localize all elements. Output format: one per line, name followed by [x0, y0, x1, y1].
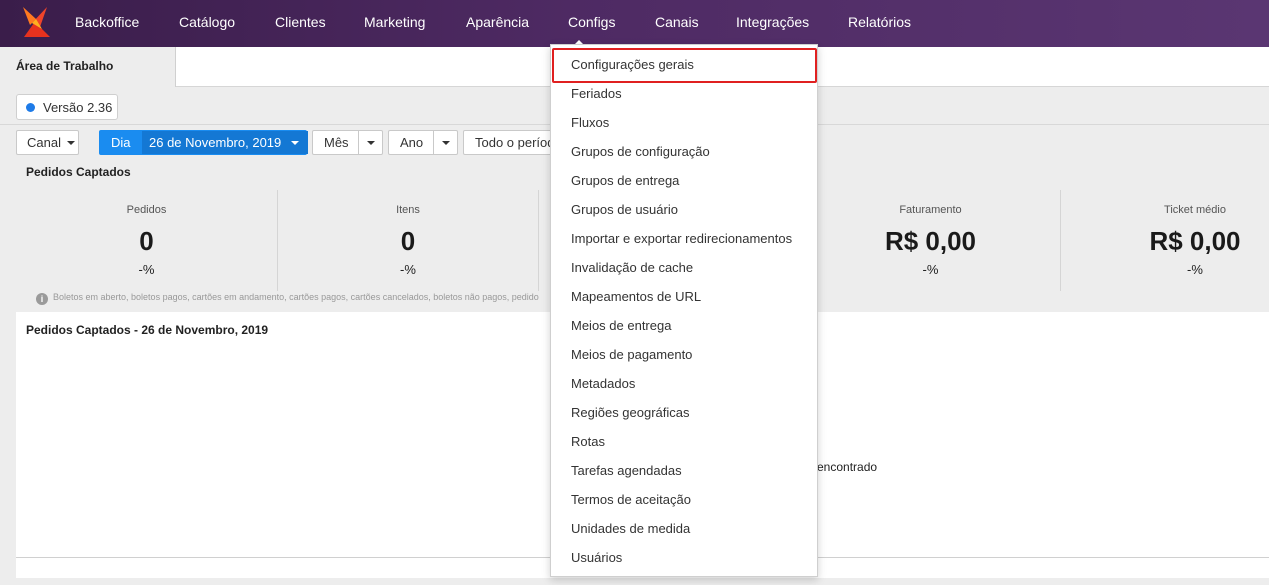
year-label: Ano [400, 135, 424, 150]
top-navigation-bar: Backoffice Catálogo Clientes Marketing A… [0, 0, 1269, 47]
summary-title: Pedidos Captados [26, 165, 131, 179]
stat-itens: Itens 0 -% [278, 190, 538, 291]
nav-backoffice[interactable]: Backoffice [75, 14, 139, 30]
stat-percent: -% [922, 262, 939, 277]
nav-marketing[interactable]: Marketing [364, 14, 425, 30]
nav-catalogo[interactable]: Catálogo [179, 14, 235, 30]
stat-value: 0 [400, 226, 416, 256]
menu-item-rotas[interactable]: Rotas [571, 434, 605, 449]
menu-item-metadados[interactable]: Metadados [571, 376, 635, 391]
stat-value: R$ 0,00 [884, 226, 977, 256]
stat-label: Faturamento [899, 204, 962, 216]
period-button[interactable]: Todo o período [463, 130, 563, 155]
menu-item-importar-exportar-redirecionamentos[interactable]: Importar e exportar redirecionamentos [571, 231, 792, 246]
day-button[interactable]: Dia [111, 135, 131, 150]
info-icon: i [36, 293, 48, 305]
menu-item-fluxos[interactable]: Fluxos [571, 115, 609, 130]
nav-aparencia[interactable]: Aparência [466, 14, 529, 30]
stat-value: R$ 0,00 [1149, 226, 1241, 256]
date-value[interactable]: 26 de Novembro, 2019 [149, 135, 281, 150]
stat-faturamento: Faturamento R$ 0,00 -% [800, 190, 1061, 291]
stat-label: Pedidos [126, 204, 167, 216]
stat-pedidos: Pedidos 0 -% [16, 190, 277, 291]
channel-dropdown[interactable]: Canal [16, 130, 79, 155]
stat-divider [538, 190, 539, 291]
stat-value: 0 [139, 226, 154, 256]
stat-percent: -% [1187, 262, 1203, 277]
chevron-down-icon[interactable] [291, 141, 299, 145]
chevron-down-icon[interactable] [442, 141, 450, 145]
stat-label: Ticket médio [1164, 204, 1226, 216]
menu-item-usuarios[interactable]: Usuários [571, 550, 622, 565]
configs-dropdown-menu: Configurações gerais Feriados Fluxos Gru… [550, 44, 818, 577]
menu-item-tarefas-agendadas[interactable]: Tarefas agendadas [571, 463, 682, 478]
nav-relatorios[interactable]: Relatórios [848, 14, 911, 30]
chart-panel-title: Pedidos Captados - 26 de Novembro, 2019 [26, 323, 269, 337]
menu-item-grupos-de-entrega[interactable]: Grupos de entrega [571, 173, 679, 188]
stat-percent: -% [138, 262, 155, 277]
nav-configs[interactable]: Configs [568, 14, 615, 30]
menu-item-termos-de-aceitacao[interactable]: Termos de aceitação [571, 492, 691, 507]
month-button[interactable]: Mês [312, 130, 383, 155]
menu-item-unidades-de-medida[interactable]: Unidades de medida [571, 521, 690, 536]
nav-canais[interactable]: Canais [655, 14, 699, 30]
stat-label: Itens [396, 204, 420, 216]
stat-ticket-medio: Ticket médio R$ 0,00 -% [1061, 190, 1269, 291]
status-dot-icon [26, 103, 35, 112]
version-badge: Versão 2.36 [16, 94, 118, 120]
month-label: Mês [324, 135, 349, 150]
channel-label: Canal [27, 135, 61, 150]
nav-integracoes[interactable]: Integrações [736, 14, 809, 30]
menu-item-meios-de-pagamento[interactable]: Meios de pagamento [571, 347, 692, 362]
nav-clientes[interactable]: Clientes [275, 14, 326, 30]
split-divider [358, 131, 359, 154]
menu-item-feriados[interactable]: Feriados [571, 86, 622, 101]
info-note: Boletos em aberto, boletos pagos, cartõe… [53, 292, 539, 302]
menu-item-configuracoes-gerais[interactable]: Configurações gerais [571, 57, 694, 72]
chevron-down-icon [67, 141, 75, 145]
menu-item-meios-de-entrega[interactable]: Meios de entrega [571, 318, 671, 333]
version-label: Versão 2.36 [43, 100, 113, 115]
menu-item-grupos-de-configuracao[interactable]: Grupos de configuração [571, 144, 710, 159]
menu-item-mapeamentos-de-url[interactable]: Mapeamentos de URL [571, 289, 701, 304]
logo-icon[interactable] [20, 5, 52, 39]
tab-label: Área de Trabalho [16, 59, 114, 73]
menu-item-invalidacao-de-cache[interactable]: Invalidação de cache [571, 260, 693, 275]
day-date-picker[interactable]: Dia 26 de Novembro, 2019 [99, 130, 308, 155]
empty-state-text: encontrado [817, 460, 878, 474]
split-divider [433, 131, 434, 154]
menu-item-grupos-de-usuario[interactable]: Grupos de usuário [571, 202, 678, 217]
period-label: Todo o período [475, 135, 562, 150]
chevron-down-icon[interactable] [367, 141, 375, 145]
year-button[interactable]: Ano [388, 130, 458, 155]
stat-percent: -% [400, 262, 416, 277]
menu-item-regioes-geograficas[interactable]: Regiões geográficas [571, 405, 690, 420]
